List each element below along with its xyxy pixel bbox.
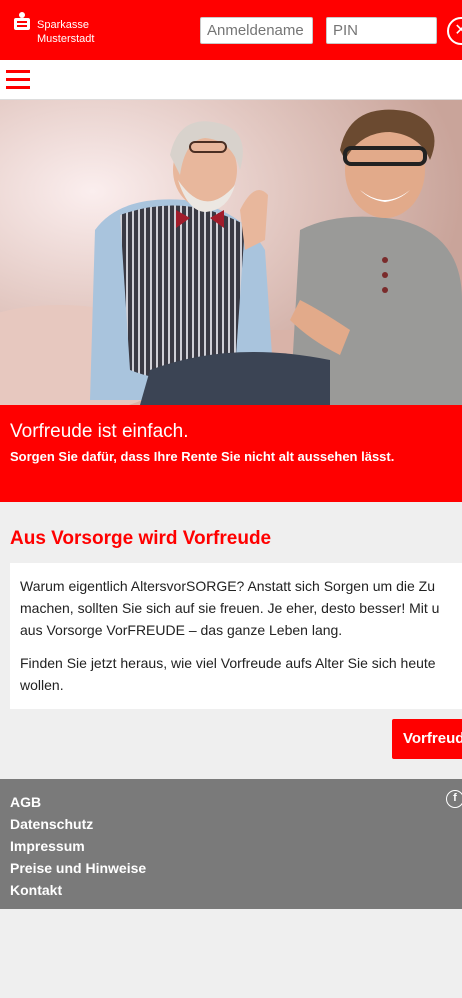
- close-icon[interactable]: ✕: [447, 17, 462, 45]
- header-bar: Sparkasse Musterstadt ✕: [0, 0, 462, 60]
- facebook-icon[interactable]: f: [446, 790, 462, 808]
- footer-link-agb[interactable]: AGB: [10, 791, 452, 813]
- menu-icon[interactable]: [6, 68, 30, 90]
- paragraph-1-line-3: aus Vorsorge VorFREUDE – das ganze Leben…: [20, 622, 343, 638]
- footer-link-datenschutz[interactable]: Datenschutz: [10, 813, 452, 835]
- paragraph-2-line-1: Finden Sie jetzt heraus, wie viel Vorfre…: [20, 655, 436, 671]
- hero-image: [0, 100, 462, 405]
- brand-name: Sparkasse Musterstadt: [37, 18, 94, 46]
- sparkasse-s-icon: [14, 12, 30, 30]
- footer: AGB Datenschutz Impressum Preise und Hin…: [0, 779, 462, 909]
- paragraph-2-line-2: wollen.: [20, 677, 64, 693]
- footer-link-impressum[interactable]: Impressum: [10, 835, 452, 857]
- vorfreude-cta-button[interactable]: Vorfreude: [392, 719, 462, 759]
- banner-title: Vorfreude ist einfach.: [10, 421, 189, 442]
- section-title: Aus Vorsorge wird Vorfreude: [10, 528, 272, 549]
- pin-input[interactable]: [326, 17, 437, 44]
- intro-textbox: Warum eigentlich AltersvorSORGE? Anstatt…: [10, 563, 462, 709]
- footer-link-preise[interactable]: Preise und Hinweise: [10, 857, 452, 879]
- page: Sparkasse Musterstadt ✕: [0, 0, 462, 998]
- promo-banner: Vorfreude ist einfach. Sorgen Sie dafür,…: [0, 405, 462, 502]
- paragraph-1-line-2: machen, sollten Sie sich auf sie freuen.…: [20, 600, 440, 616]
- paragraph-1-line-1: Warum eigentlich AltersvorSORGE? Anstatt…: [20, 578, 435, 594]
- nav-bar: [0, 60, 462, 100]
- brand-line-2: Musterstadt: [37, 33, 95, 45]
- brand-line-1: Sparkasse: [37, 19, 89, 31]
- footer-link-kontakt[interactable]: Kontakt: [10, 879, 452, 901]
- username-input[interactable]: [200, 17, 313, 44]
- sparkasse-logo[interactable]: Sparkasse Musterstadt: [14, 12, 94, 46]
- banner-subtitle: Sorgen Sie dafür, dass Ihre Rente Sie ni…: [10, 449, 395, 464]
